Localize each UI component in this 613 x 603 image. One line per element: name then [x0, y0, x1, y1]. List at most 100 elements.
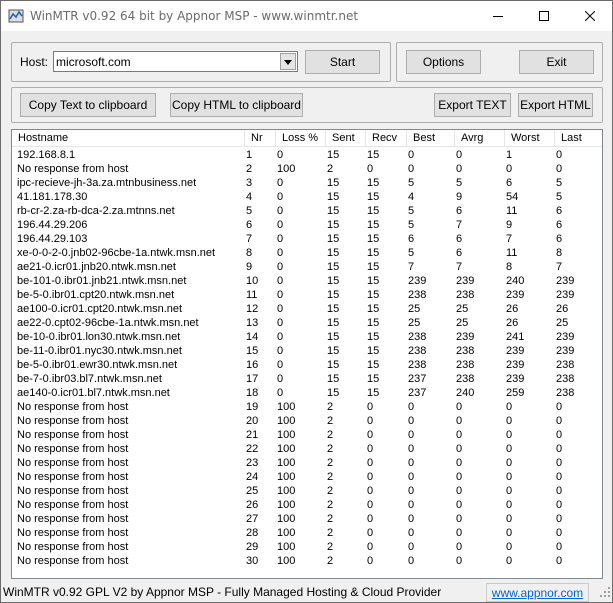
- exit-button[interactable]: Exit: [519, 50, 594, 74]
- table-row[interactable]: ae22-0.cpt02-96cbe-1a.ntwk.msn.net 13 0 15 1…: [12, 316, 602, 330]
- table-cell: 240: [506, 275, 525, 287]
- table-row[interactable]: ae140-0.icr01.bl7.ntwk.msn.net 18 0 15 15 237…: [12, 386, 602, 400]
- table-cell: 0: [277, 275, 284, 287]
- table-row[interactable]: xe-0-0-2-0.jnb02-96cbe-1a.ntwk.msn.net 8 0…: [12, 246, 602, 260]
- table-row[interactable]: No response from host 30 100 2 0 0 0 0 0: [12, 554, 602, 568]
- table-row[interactable]: ipc-recieve-jh-3a.za.mtnbusiness.net 3 0 15…: [12, 176, 602, 190]
- table-cell: 2: [327, 541, 334, 553]
- column-header-avrg[interactable]: Avrg: [455, 130, 505, 147]
- results-table[interactable]: Hostname Nr Loss % Sent Recv Best Avrg W…: [11, 129, 603, 579]
- table-cell: 15: [327, 345, 340, 357]
- table-cell: 0: [367, 457, 374, 469]
- table-row[interactable]: 41.181.178.30 4 0 15 15 4 9 54 5: [12, 190, 602, 204]
- table-row[interactable]: No response from host 25 100 2 0 0 0 0 0: [12, 484, 602, 498]
- table-cell: 0: [367, 485, 374, 497]
- table-cell: 15: [367, 233, 380, 245]
- close-button[interactable]: [567, 1, 613, 31]
- table-row[interactable]: No response from host 28 100 2 0 0 0 0 0: [12, 526, 602, 540]
- table-row[interactable]: rb-cr-2.za-rb-dca-2.za.mtnns.net 5 0 15 15 5 6…: [12, 204, 602, 218]
- column-header-loss[interactable]: Loss %: [276, 130, 326, 147]
- table-row[interactable]: be-5-0.ibr01.ewr30.ntwk.msn.net 16 0 15 15 23…: [12, 358, 602, 372]
- table-cell: No response from host: [17, 555, 129, 567]
- column-header-best[interactable]: Best: [407, 130, 455, 147]
- table-row[interactable]: 196.44.29.206 6 0 15 15 5 7 9 6: [12, 218, 602, 232]
- table-cell: 0: [277, 233, 284, 245]
- table-cell: xe-0-0-2-0.jnb02-96cbe-1a.ntwk.msn.net: [17, 247, 216, 259]
- table-cell: 100: [277, 471, 296, 483]
- table-cell: 2: [327, 485, 334, 497]
- table-cell: 0: [456, 401, 463, 413]
- appnor-link[interactable]: www.appnor.com: [486, 583, 589, 602]
- table-cell: 26: [556, 303, 569, 315]
- options-button[interactable]: Options: [406, 50, 481, 74]
- table-cell: 238: [408, 345, 427, 357]
- export-html-button[interactable]: Export HTML: [518, 93, 593, 117]
- table-cell: 5: [408, 247, 415, 259]
- table-cell: 8: [506, 261, 513, 273]
- copy-html-button[interactable]: Copy HTML to clipboard: [170, 93, 303, 117]
- table-row[interactable]: be-7-0.ibr03.bl7.ntwk.msn.net 17 0 15 15 237 2…: [12, 372, 602, 386]
- table-cell: No response from host: [17, 429, 129, 441]
- host-dropdown-button[interactable]: [280, 53, 296, 70]
- host-label: Host:: [20, 55, 49, 69]
- table-cell: 238: [456, 289, 475, 301]
- table-cell: 100: [277, 513, 296, 525]
- table-row[interactable]: No response from host 21 100 2 0 0 0 0 0: [12, 428, 602, 442]
- start-button[interactable]: Start: [305, 50, 380, 74]
- table-row[interactable]: No response from host 24 100 2 0 0 0 0 0: [12, 470, 602, 484]
- table-row[interactable]: No response from host 23 100 2 0 0 0 0 0: [12, 456, 602, 470]
- title-bar[interactable]: WinMTR v0.92 64 bit by Appnor MSP - www.…: [1, 1, 612, 31]
- table-cell: 238: [556, 387, 575, 399]
- table-cell: 0: [456, 457, 463, 469]
- maximize-button[interactable]: [521, 1, 567, 31]
- table-cell: 238: [456, 359, 475, 371]
- table-cell: 0: [456, 163, 463, 175]
- table-cell: 15: [327, 387, 340, 399]
- table-cell: 196.44.29.206: [17, 219, 88, 231]
- host-input[interactable]: [56, 53, 280, 70]
- table-cell: 0: [277, 191, 284, 203]
- table-row[interactable]: No response from host 29 100 2 0 0 0 0 0: [12, 540, 602, 554]
- table-cell: 238: [408, 359, 427, 371]
- table-cell: ipc-recieve-jh-3a.za.mtnbusiness.net: [17, 177, 197, 189]
- table-row[interactable]: No response from host 26 100 2 0 0 0 0 0: [12, 498, 602, 512]
- table-row[interactable]: 196.44.29.103 7 0 15 15 6 6 7 6: [12, 232, 602, 246]
- export-text-button[interactable]: Export TEXT: [434, 93, 511, 117]
- table-cell: 0: [367, 443, 374, 455]
- column-header-recv[interactable]: Recv: [366, 130, 407, 147]
- table-row[interactable]: ae100-0.icr01.cpt20.ntwk.msn.net 12 0 15 15 2…: [12, 302, 602, 316]
- resize-grip-icon[interactable]: [600, 587, 610, 600]
- column-header-last[interactable]: Last: [555, 130, 602, 147]
- table-row[interactable]: be-101-0.ibr01.jnb21.ntwk.msn.net 10 0 15 15…: [12, 274, 602, 288]
- table-cell: 241: [506, 331, 525, 343]
- table-cell: 15: [367, 247, 380, 259]
- table-cell: 41.181.178.30: [17, 191, 88, 203]
- table-row[interactable]: be-11-0.ibr01.nyc30.ntwk.msn.net 15 0 15 15 2…: [12, 344, 602, 358]
- table-cell: rb-cr-2.za-rb-dca-2.za.mtnns.net: [17, 205, 175, 217]
- column-header-hostname[interactable]: Hostname: [12, 130, 245, 147]
- table-cell: 0: [556, 149, 563, 161]
- table-cell: 8: [556, 247, 563, 259]
- table-cell: 15: [327, 233, 340, 245]
- table-cell: 0: [408, 513, 415, 525]
- table-row[interactable]: No response from host 22 100 2 0 0 0 0 0: [12, 442, 602, 456]
- table-row[interactable]: No response from host 19 100 2 0 0 0 0 0: [12, 400, 602, 414]
- table-row[interactable]: No response from host 2 100 2 0 0 0 0 0: [12, 162, 602, 176]
- table-row[interactable]: No response from host 20 100 2 0 0 0 0 0: [12, 414, 602, 428]
- column-header-worst[interactable]: Worst: [505, 130, 555, 147]
- table-row[interactable]: 192.168.8.1 1 0 15 15 0 0 1 0: [12, 148, 602, 162]
- minimize-button[interactable]: [475, 1, 521, 31]
- copy-text-button[interactable]: Copy Text to clipboard: [20, 93, 156, 117]
- table-cell: 6: [456, 247, 463, 259]
- host-combobox[interactable]: [53, 51, 298, 72]
- table-row[interactable]: be-5-0.ibr01.cpt20.ntwk.msn.net 11 0 15 15 23…: [12, 288, 602, 302]
- column-header-sent[interactable]: Sent: [326, 130, 366, 147]
- table-row[interactable]: No response from host 27 100 2 0 0 0 0 0: [12, 512, 602, 526]
- table-cell: 0: [408, 443, 415, 455]
- column-header-nr[interactable]: Nr: [245, 130, 276, 147]
- table-cell: 15: [246, 345, 259, 357]
- table-cell: 15: [367, 345, 380, 357]
- table-row[interactable]: be-10-0.ibr01.lon30.ntwk.msn.net 14 0 15 15 2…: [12, 330, 602, 344]
- table-cell: 2: [327, 429, 334, 441]
- table-row[interactable]: ae21-0.icr01.jnb20.ntwk.msn.net 9 0 15 15 7 7 8…: [12, 260, 602, 274]
